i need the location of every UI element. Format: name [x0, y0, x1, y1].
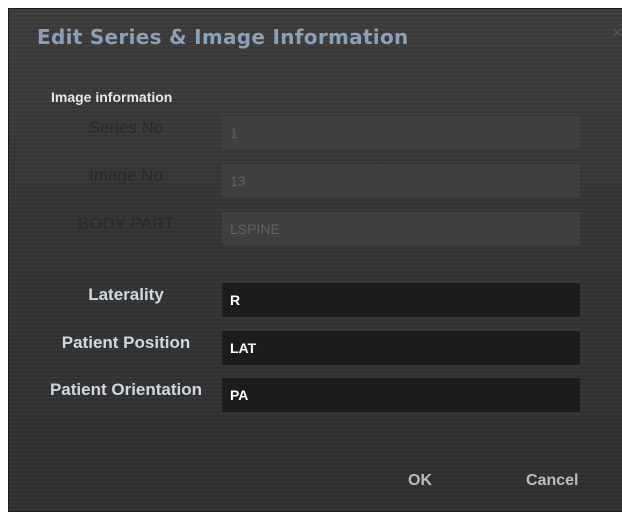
close-icon[interactable]: ×	[611, 25, 622, 41]
section-title: Image information	[51, 89, 173, 105]
body-part-field: LSPINE	[222, 212, 580, 245]
dialog-title: Edit Series & Image Information	[37, 25, 409, 49]
series-no-label: Series No	[88, 118, 164, 137]
edit-series-image-dialog: Edit Series & Image Information × Image …	[8, 8, 622, 512]
series-no-field: 1	[222, 116, 580, 149]
laterality-label: Laterality	[88, 285, 164, 304]
body-part-label: BODY PART	[77, 214, 175, 233]
cancel-button[interactable]: Cancel	[526, 472, 578, 490]
patient-position-input[interactable]: LAT	[222, 331, 580, 365]
image-no-label: Image No	[89, 166, 163, 185]
ok-button[interactable]: OK	[408, 472, 432, 490]
patient-orientation-label: Patient Orientation	[49, 380, 203, 399]
image-no-field: 13	[222, 164, 580, 197]
patient-position-label: Patient Position	[61, 333, 191, 352]
laterality-input[interactable]: R	[222, 283, 580, 317]
patient-orientation-input[interactable]: PA	[222, 378, 580, 412]
